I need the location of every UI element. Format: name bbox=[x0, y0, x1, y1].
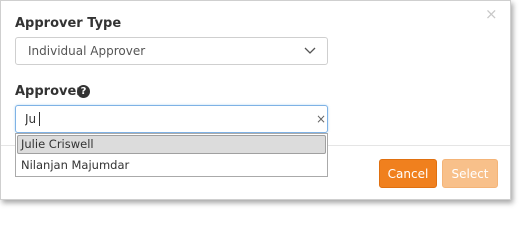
approver-dialog: × Approver Type Individual Approver Appr… bbox=[0, 0, 511, 200]
cancel-button[interactable]: Cancel bbox=[379, 159, 437, 188]
approver-label: Approver bbox=[15, 84, 83, 99]
approver-type-select[interactable]: Individual Approver bbox=[15, 37, 328, 65]
text-caret bbox=[39, 112, 40, 126]
suggestion-item[interactable]: Julie Criswell bbox=[17, 135, 326, 154]
clear-icon[interactable]: × bbox=[316, 112, 326, 126]
suggestion-item[interactable]: Nilanjan Majumdar bbox=[17, 156, 326, 175]
help-icon[interactable]: ? bbox=[77, 85, 90, 98]
approver-search-field[interactable]: × bbox=[15, 105, 328, 133]
approver-suggestions-list: Julie Criswell Nilanjan Majumdar bbox=[15, 133, 328, 177]
approver-search-input[interactable] bbox=[25, 112, 295, 126]
approver-type-value: Individual Approver bbox=[28, 44, 146, 58]
close-icon[interactable]: × bbox=[485, 7, 498, 22]
approver-type-label: Approver Type bbox=[15, 16, 122, 31]
chevron-down-icon bbox=[304, 47, 316, 54]
select-button[interactable]: Select bbox=[442, 159, 498, 188]
